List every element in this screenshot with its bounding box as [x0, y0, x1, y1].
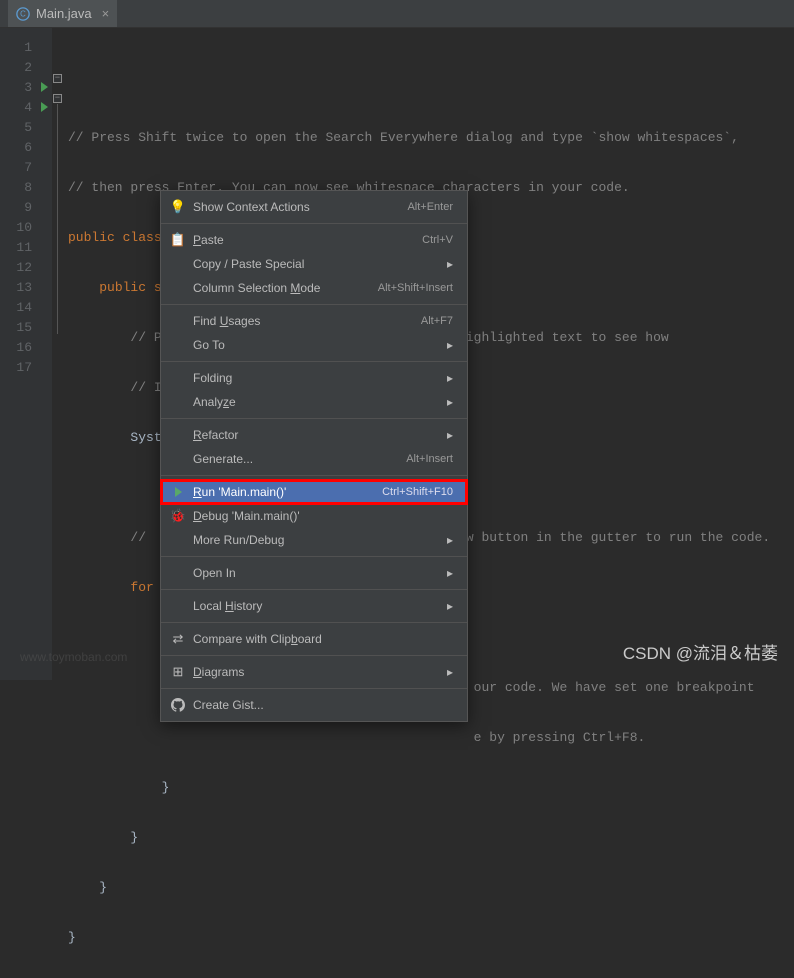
- menu-compare-clipboard[interactable]: ⇄ Compare with Clipboard: [161, 627, 467, 651]
- file-tab[interactable]: C Main.java ×: [8, 0, 117, 27]
- menu-separator: [161, 688, 467, 689]
- compare-icon: ⇄: [169, 631, 187, 647]
- faint-footer: www.toymoban.com: [20, 650, 127, 664]
- line-number: 6: [0, 138, 52, 158]
- menu-separator: [161, 655, 467, 656]
- menu-show-context-actions[interactable]: 💡 Show Context Actions Alt+Enter: [161, 195, 467, 219]
- submenu-arrow-icon: ▸: [447, 566, 453, 580]
- bulb-icon: 💡: [169, 199, 187, 215]
- line-number: 8: [0, 178, 52, 198]
- line-number: 17: [0, 358, 52, 378]
- submenu-arrow-icon: ▸: [447, 599, 453, 613]
- line-number: 7: [0, 158, 52, 178]
- submenu-arrow-icon: ▸: [447, 428, 453, 442]
- line-number: 14: [0, 298, 52, 318]
- code-comment: // Press Shift twice to open the Search …: [68, 130, 739, 145]
- menu-separator: [161, 418, 467, 419]
- line-number: 15: [0, 318, 52, 338]
- menu-goto[interactable]: Go To ▸: [161, 333, 467, 357]
- tab-bar: C Main.java ×: [0, 0, 794, 28]
- paste-icon: 📋: [169, 232, 187, 248]
- menu-separator: [161, 361, 467, 362]
- menu-separator: [161, 589, 467, 590]
- menu-separator: [161, 475, 467, 476]
- line-number: 10: [0, 218, 52, 238]
- java-class-icon: C: [16, 7, 30, 21]
- menu-separator: [161, 304, 467, 305]
- submenu-arrow-icon: ▸: [447, 257, 453, 271]
- line-number: 16: [0, 338, 52, 358]
- run-icon: [169, 487, 187, 497]
- svg-text:C: C: [20, 9, 26, 18]
- line-number: 2: [0, 58, 52, 78]
- menu-separator: [161, 223, 467, 224]
- menu-folding[interactable]: Folding ▸: [161, 366, 467, 390]
- menu-find-usages[interactable]: Find Usages Alt+F7: [161, 309, 467, 333]
- menu-refactor[interactable]: Refactor ▸: [161, 423, 467, 447]
- submenu-arrow-icon: ▸: [447, 665, 453, 679]
- gutter: 1 2 3 4 5 6 7 8 9 10 11 12 13 14 15 16 1…: [0, 28, 52, 680]
- menu-paste[interactable]: 📋 Paste Ctrl+V: [161, 228, 467, 252]
- menu-separator: [161, 556, 467, 557]
- diagram-icon: ⊞: [169, 664, 187, 680]
- run-gutter-icon[interactable]: [41, 102, 48, 112]
- line-number: 12: [0, 258, 52, 278]
- github-icon: [169, 698, 187, 712]
- run-gutter-icon[interactable]: [41, 82, 48, 92]
- submenu-arrow-icon: ▸: [447, 395, 453, 409]
- line-number: 5: [0, 118, 52, 138]
- menu-generate[interactable]: Generate... Alt+Insert: [161, 447, 467, 471]
- line-number: 9: [0, 198, 52, 218]
- menu-column-selection[interactable]: Column Selection Mode Alt+Shift+Insert: [161, 276, 467, 300]
- submenu-arrow-icon: ▸: [447, 371, 453, 385]
- context-menu: 💡 Show Context Actions Alt+Enter 📋 Paste…: [160, 190, 468, 722]
- menu-more-run-debug[interactable]: More Run/Debug ▸: [161, 528, 467, 552]
- line-number: 13: [0, 278, 52, 298]
- tab-filename: Main.java: [36, 6, 92, 21]
- bug-icon: 🐞: [169, 508, 187, 524]
- menu-debug[interactable]: 🐞 Debug 'Main.main()': [161, 504, 467, 528]
- submenu-arrow-icon: ▸: [447, 533, 453, 547]
- line-number: 11: [0, 238, 52, 258]
- menu-copy-paste-special[interactable]: Copy / Paste Special ▸: [161, 252, 467, 276]
- watermark: CSDN @流泪＆枯萎: [623, 639, 778, 664]
- close-icon[interactable]: ×: [102, 6, 110, 21]
- menu-separator: [161, 622, 467, 623]
- fold-guide: [57, 104, 58, 334]
- fold-toggle-icon[interactable]: −: [53, 94, 62, 103]
- menu-analyze[interactable]: Analyze ▸: [161, 390, 467, 414]
- menu-run[interactable]: Run 'Main.main()' Ctrl+Shift+F10: [161, 480, 467, 504]
- submenu-arrow-icon: ▸: [447, 338, 453, 352]
- line-number: 3: [0, 78, 52, 98]
- line-number: 1: [0, 38, 52, 58]
- menu-create-gist[interactable]: Create Gist...: [161, 693, 467, 717]
- fold-toggle-icon[interactable]: −: [53, 74, 62, 83]
- line-number: 4: [0, 98, 52, 118]
- menu-diagrams[interactable]: ⊞ Diagrams ▸: [161, 660, 467, 684]
- menu-open-in[interactable]: Open In ▸: [161, 561, 467, 585]
- menu-local-history[interactable]: Local History ▸: [161, 594, 467, 618]
